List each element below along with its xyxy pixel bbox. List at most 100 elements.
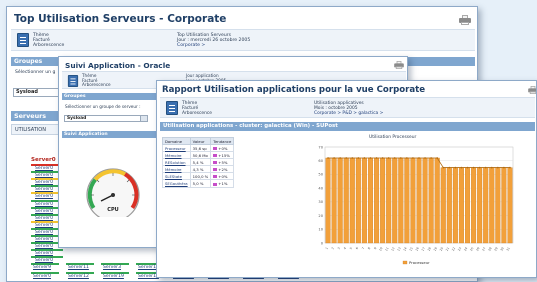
trend-point [448,166,451,169]
app-trend: +1% [210,179,235,188]
bar [343,157,349,244]
x-tick-label: 26 [475,246,480,251]
print-icon[interactable] [528,86,536,94]
print-icon[interactable] [459,15,471,25]
trend-point [381,157,384,159]
trend-point [339,157,341,159]
bar [404,157,410,244]
meta-breadcrumb[interactable]: Corporate > P&D > galactica > [314,111,383,116]
meta-breadcrumb[interactable]: Corporate > [177,43,205,48]
bar [452,167,458,244]
bar [355,157,361,244]
window-title: Suivi Application - Oracle [65,61,171,70]
table-row: SEGauthéra 5,0 % +1% [162,179,235,188]
trend-text: +2% [218,166,228,172]
trend-point [387,157,390,159]
trend-point [424,157,426,159]
x-tick-label: 21 [445,246,450,251]
utilisation-section-heading: Utilisation applications - cluster: gala… [160,122,535,131]
y-tick-label: 40 [318,186,323,190]
bar [392,157,398,244]
trend-point [393,157,396,159]
trend-point [497,166,499,169]
chevron-down-icon [140,116,147,121]
group-select[interactable]: Sysload [64,115,148,122]
trend-text: +15% [218,152,230,158]
app-link[interactable]: SLEState [162,172,191,181]
trend-point [345,157,348,159]
server-link[interactable]: Server0 [33,274,51,279]
server-link[interactable]: Server11 [68,265,89,270]
app-link[interactable]: Mémoire [162,151,191,160]
bar [380,157,386,244]
x-tick-label: 14 [402,246,407,251]
app-trend: +0% [210,172,235,181]
rapport-utilisation-window: Rapport Utilisation applications pour la… [156,80,537,278]
trend-text: +5% [218,159,228,165]
trend-icon [213,147,218,151]
trend-icon [213,168,218,172]
trend-text: +0% [218,145,228,151]
bar [428,157,434,244]
window-title: Top Utilisation Serveurs - Corporate [14,13,227,25]
table-row: Processeur 35,6 sp +0% [162,143,235,153]
server-link[interactable]: Server12 [68,274,89,279]
bar [367,157,373,244]
x-tick-label: 5 [349,246,353,250]
app-value: 35,6 sp [189,143,212,153]
app-value: 50,6 Mo [189,151,212,160]
tab-utilisation[interactable]: UTILISATION [11,124,63,135]
report-meta: Thème Facturé Arborescence Top Utilisati… [11,29,475,51]
trend-point [327,157,329,159]
server-link[interactable]: Server3 [103,265,121,270]
server-link[interactable]: Server9 [33,265,51,270]
col-trend: Tendance [210,137,235,145]
app-link[interactable]: Mémoire [162,165,191,174]
x-tick-label: 25 [469,246,474,251]
bar [416,157,422,244]
bar [471,167,477,244]
y-tick-label: 20 [318,214,323,218]
y-tick-label: 10 [318,228,323,232]
trend-point [478,166,481,169]
bar [446,167,452,244]
book-icon [166,101,178,115]
highlight-server[interactable]: Server0 [31,157,56,163]
y-tick-label: 60 [318,159,323,163]
trend-point [460,166,463,169]
x-tick-label: 20 [439,246,444,251]
y-tick-label: 50 [318,173,323,177]
trend-icon [213,175,218,179]
x-tick-label: 24 [463,246,468,251]
group-select[interactable]: Sysload [13,88,61,97]
col-domain: Domaine [162,137,191,145]
app-link[interactable]: SEGauthéra [162,179,191,188]
y-tick-label: 70 [318,145,323,149]
bar [325,157,331,244]
cpu-usage-bar-chart: 0102030405060701 2 3 4 5 6 7 8 9 10 11 12 13 14 15 16 17… [318,145,514,265]
x-tick-label: 27 [481,246,486,251]
bar [434,157,440,244]
group-prompt: Sélectionner un groupe de serveur : [65,104,141,109]
x-tick-label: 4 [343,246,347,250]
table-row: Mémoire 50,6 Mo +15% [162,151,235,160]
x-tick-label: 6 [355,246,359,250]
trend-point [430,157,432,159]
app-value: 5,4 % [189,158,212,167]
print-icon[interactable] [394,61,404,69]
table-row: RESolution 5,4 % +5% [162,158,235,167]
bar [489,167,495,244]
app-link[interactable]: RESolution [162,158,191,167]
meta-tree: Arborescence [33,43,65,48]
server-link[interactable]: Server19 [103,274,124,279]
trend-icon [213,154,218,158]
bar [507,167,513,244]
app-link[interactable]: Processeur [162,143,191,153]
x-tick-label: 30 [499,246,504,251]
group-select-value: Sysload [67,116,87,121]
trend-icon [213,161,218,165]
trend-icon [213,182,218,186]
gauge-label: CPU [107,207,118,213]
chart-title: Utilisation Processeur [369,135,417,140]
legend-label: Processeur [409,260,430,265]
